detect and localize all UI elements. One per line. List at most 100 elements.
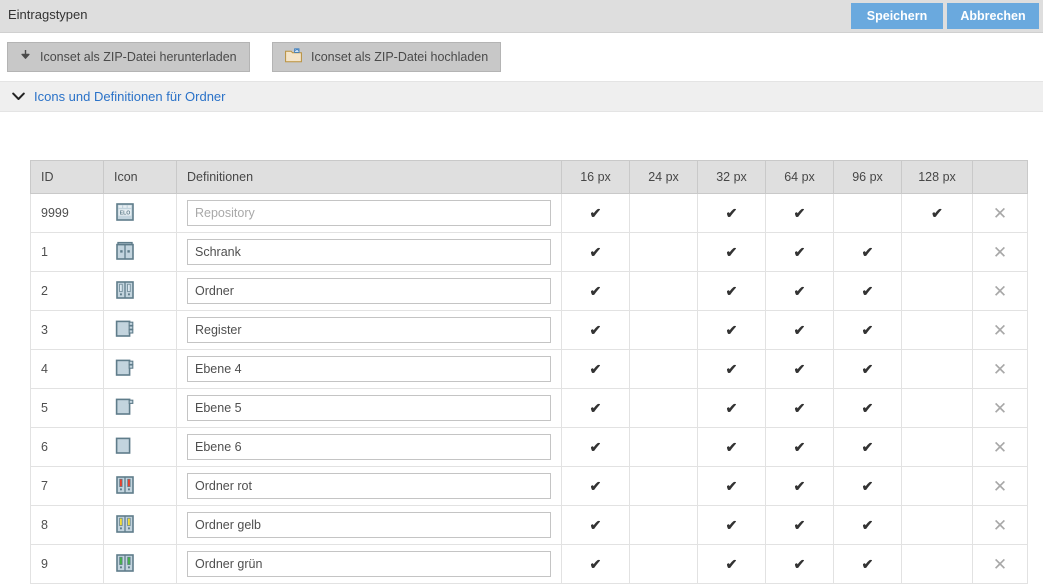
check-empty[interactable] bbox=[658, 401, 670, 413]
cell-size-px32[interactable]: ✔ bbox=[697, 349, 766, 389]
cell-size-px24[interactable] bbox=[629, 505, 698, 545]
cell-size-px32[interactable]: ✔ bbox=[697, 466, 766, 506]
cell-size-px96[interactable]: ✔ bbox=[833, 505, 902, 545]
elo-repository-icon[interactable]: ELO bbox=[114, 201, 136, 226]
definition-input[interactable] bbox=[187, 278, 551, 304]
cell-delete[interactable]: ✕ bbox=[972, 349, 1028, 389]
cell-size-px32[interactable]: ✔ bbox=[697, 271, 766, 311]
definition-input[interactable] bbox=[187, 200, 551, 226]
binder-green-icon[interactable] bbox=[114, 552, 136, 577]
cell-size-px16[interactable]: ✔ bbox=[561, 193, 630, 233]
cell-size-px16[interactable]: ✔ bbox=[561, 310, 630, 350]
cell-size-px96[interactable] bbox=[833, 193, 902, 233]
check-icon[interactable]: ✔ bbox=[726, 440, 738, 454]
delete-row-icon[interactable]: ✕ bbox=[993, 283, 1007, 300]
delete-row-icon[interactable]: ✕ bbox=[993, 478, 1007, 495]
cell-size-px24[interactable] bbox=[629, 349, 698, 389]
cell-size-px32[interactable]: ✔ bbox=[697, 193, 766, 233]
cell-size-px96[interactable]: ✔ bbox=[833, 427, 902, 467]
definition-input[interactable] bbox=[187, 395, 551, 421]
cell-size-px128[interactable] bbox=[901, 466, 973, 506]
check-empty[interactable] bbox=[931, 401, 943, 413]
check-empty[interactable] bbox=[931, 323, 943, 335]
check-empty[interactable] bbox=[931, 557, 943, 569]
check-icon[interactable]: ✔ bbox=[726, 518, 738, 532]
check-icon[interactable]: ✔ bbox=[726, 206, 738, 220]
cell-size-px64[interactable]: ✔ bbox=[765, 310, 834, 350]
cell-size-px128[interactable] bbox=[901, 310, 973, 350]
check-icon[interactable]: ✔ bbox=[726, 401, 738, 415]
cell-size-px16[interactable]: ✔ bbox=[561, 271, 630, 311]
cell-delete[interactable]: ✕ bbox=[972, 544, 1028, 584]
cell-size-px16[interactable]: ✔ bbox=[561, 466, 630, 506]
delete-row-icon[interactable]: ✕ bbox=[993, 556, 1007, 573]
check-icon[interactable]: ✔ bbox=[726, 479, 738, 493]
check-empty[interactable] bbox=[931, 440, 943, 452]
cell-size-px32[interactable]: ✔ bbox=[697, 388, 766, 428]
cell-size-px96[interactable]: ✔ bbox=[833, 544, 902, 584]
cell-size-px128[interactable] bbox=[901, 388, 973, 428]
check-empty[interactable] bbox=[658, 440, 670, 452]
check-empty[interactable] bbox=[658, 245, 670, 257]
cell-size-px96[interactable]: ✔ bbox=[833, 349, 902, 389]
cell-size-px24[interactable] bbox=[629, 232, 698, 272]
check-icon[interactable]: ✔ bbox=[862, 245, 874, 259]
cell-size-px64[interactable]: ✔ bbox=[765, 271, 834, 311]
check-empty[interactable] bbox=[658, 323, 670, 335]
check-icon[interactable]: ✔ bbox=[726, 323, 738, 337]
check-empty[interactable] bbox=[931, 284, 943, 296]
register-1tab-icon[interactable] bbox=[114, 396, 136, 421]
check-empty[interactable] bbox=[658, 479, 670, 491]
cell-size-px64[interactable]: ✔ bbox=[765, 544, 834, 584]
delete-row-icon[interactable]: ✕ bbox=[993, 439, 1007, 456]
check-icon[interactable]: ✔ bbox=[794, 245, 806, 259]
cell-size-px16[interactable]: ✔ bbox=[561, 232, 630, 272]
definition-input[interactable] bbox=[187, 512, 551, 538]
check-icon[interactable]: ✔ bbox=[794, 206, 806, 220]
cell-size-px24[interactable] bbox=[629, 466, 698, 506]
delete-row-icon[interactable]: ✕ bbox=[993, 361, 1007, 378]
binder-yellow-icon[interactable] bbox=[114, 513, 136, 538]
register-2tab-icon[interactable] bbox=[114, 357, 136, 382]
check-empty[interactable] bbox=[658, 518, 670, 530]
check-icon[interactable]: ✔ bbox=[590, 557, 602, 571]
check-icon[interactable]: ✔ bbox=[862, 284, 874, 298]
definition-input[interactable] bbox=[187, 239, 551, 265]
check-icon[interactable]: ✔ bbox=[726, 362, 738, 376]
check-empty[interactable] bbox=[931, 479, 943, 491]
cell-size-px16[interactable]: ✔ bbox=[561, 544, 630, 584]
check-icon[interactable]: ✔ bbox=[794, 557, 806, 571]
cell-size-px96[interactable]: ✔ bbox=[833, 388, 902, 428]
delete-row-icon[interactable]: ✕ bbox=[993, 400, 1007, 417]
register-3tab-icon[interactable] bbox=[114, 318, 136, 343]
cell-size-px32[interactable]: ✔ bbox=[697, 505, 766, 545]
definition-input[interactable] bbox=[187, 356, 551, 382]
check-icon[interactable]: ✔ bbox=[794, 323, 806, 337]
cancel-button[interactable]: Abbrechen bbox=[947, 3, 1039, 29]
check-icon[interactable]: ✔ bbox=[590, 518, 602, 532]
check-icon[interactable]: ✔ bbox=[931, 206, 943, 220]
cell-size-px64[interactable]: ✔ bbox=[765, 349, 834, 389]
check-icon[interactable]: ✔ bbox=[726, 284, 738, 298]
check-icon[interactable]: ✔ bbox=[862, 440, 874, 454]
check-empty[interactable] bbox=[658, 206, 670, 218]
definition-input[interactable] bbox=[187, 317, 551, 343]
cell-size-px24[interactable] bbox=[629, 310, 698, 350]
delete-row-icon[interactable]: ✕ bbox=[993, 205, 1007, 222]
cell-delete[interactable]: ✕ bbox=[972, 505, 1028, 545]
cell-size-px64[interactable]: ✔ bbox=[765, 505, 834, 545]
definition-input[interactable] bbox=[187, 434, 551, 460]
cell-size-px24[interactable] bbox=[629, 427, 698, 467]
check-icon[interactable]: ✔ bbox=[590, 362, 602, 376]
check-empty[interactable] bbox=[931, 245, 943, 257]
cell-size-px96[interactable]: ✔ bbox=[833, 271, 902, 311]
cell-size-px128[interactable] bbox=[901, 349, 973, 389]
cell-size-px32[interactable]: ✔ bbox=[697, 232, 766, 272]
cell-size-px64[interactable]: ✔ bbox=[765, 388, 834, 428]
cell-size-px16[interactable]: ✔ bbox=[561, 388, 630, 428]
cell-delete[interactable]: ✕ bbox=[972, 388, 1028, 428]
cell-size-px64[interactable]: ✔ bbox=[765, 232, 834, 272]
check-icon[interactable]: ✔ bbox=[862, 401, 874, 415]
check-icon[interactable]: ✔ bbox=[862, 557, 874, 571]
cell-delete[interactable]: ✕ bbox=[972, 310, 1028, 350]
